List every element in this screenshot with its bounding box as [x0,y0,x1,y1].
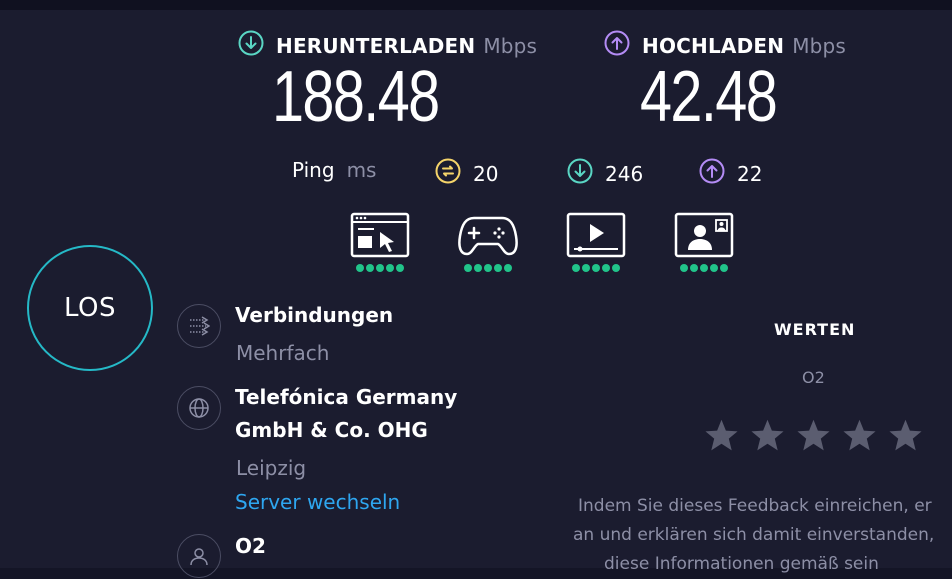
server-name-line1: Telefónica Germany [235,385,458,409]
download-label: HERUNTERLADEN [276,33,476,58]
gaming-quality [458,212,518,272]
server-name-line2: GmbH & Co. OHG [235,418,428,442]
star-icon-4[interactable] [842,418,877,452]
download-unit: Mbps [483,33,538,58]
feedback-line-3: diese Informationen gemäß sein [604,554,879,574]
ping-label: Ping [292,158,335,182]
video-streaming-quality [566,212,626,272]
globe-icon [177,386,221,430]
video-chat-icon [674,212,734,258]
window-top-bar [0,0,952,10]
ping-upload-icon [699,158,725,189]
ping-unit: ms [346,158,377,182]
feedback-line-1: Indem Sie dieses Feedback einreichen, er [578,496,932,516]
browser-cursor-icon [350,212,410,258]
web-browsing-quality [350,212,410,272]
connections-title: Verbindungen [235,303,394,327]
ping-row: Ping ms 20 246 22 [0,158,952,188]
gamepad-icon [458,212,518,258]
go-button[interactable]: LOS [27,245,153,371]
server-location: Leipzig [236,456,307,480]
star-rating [704,418,923,452]
ping-upload-value: 22 [737,161,763,186]
star-icon-5[interactable] [888,418,923,452]
feedback-line-2: an und erklären sich damit einverstanden… [573,525,935,545]
ping-download-icon [567,158,593,189]
video-player-icon [566,212,626,258]
connections-icon[interactable] [177,304,221,348]
ping-idle: 20 [435,158,498,189]
download-value: 188.48 [272,57,440,137]
gaming-rating [458,264,518,272]
star-icon-1[interactable] [704,418,739,452]
upload-label: HOCHLADEN [642,33,785,58]
ping-idle-value: 20 [473,161,499,186]
feedback-disclaimer: Indem Sie dieses Feedback einreichen, er… [0,492,952,574]
rate-provider: O2 [802,368,825,387]
video-chat-quality [674,212,734,272]
ping-download-value: 246 [605,161,644,186]
download-arrow-icon [238,30,264,61]
star-icon-2[interactable] [750,418,785,452]
upload-value: 42.48 [640,57,778,137]
upload-arrow-icon [604,30,630,61]
ping-upload: 22 [699,158,762,189]
rate-title: WERTEN [774,320,856,339]
star-icon-3[interactable] [796,418,831,452]
upload-unit: Mbps [792,33,847,58]
ping-download: 246 [567,158,643,189]
web-browsing-rating [350,264,410,272]
video-streaming-rating [566,264,626,272]
video-chat-rating [674,264,734,272]
ping-idle-icon [435,158,461,189]
connections-value[interactable]: Mehrfach [236,341,329,365]
